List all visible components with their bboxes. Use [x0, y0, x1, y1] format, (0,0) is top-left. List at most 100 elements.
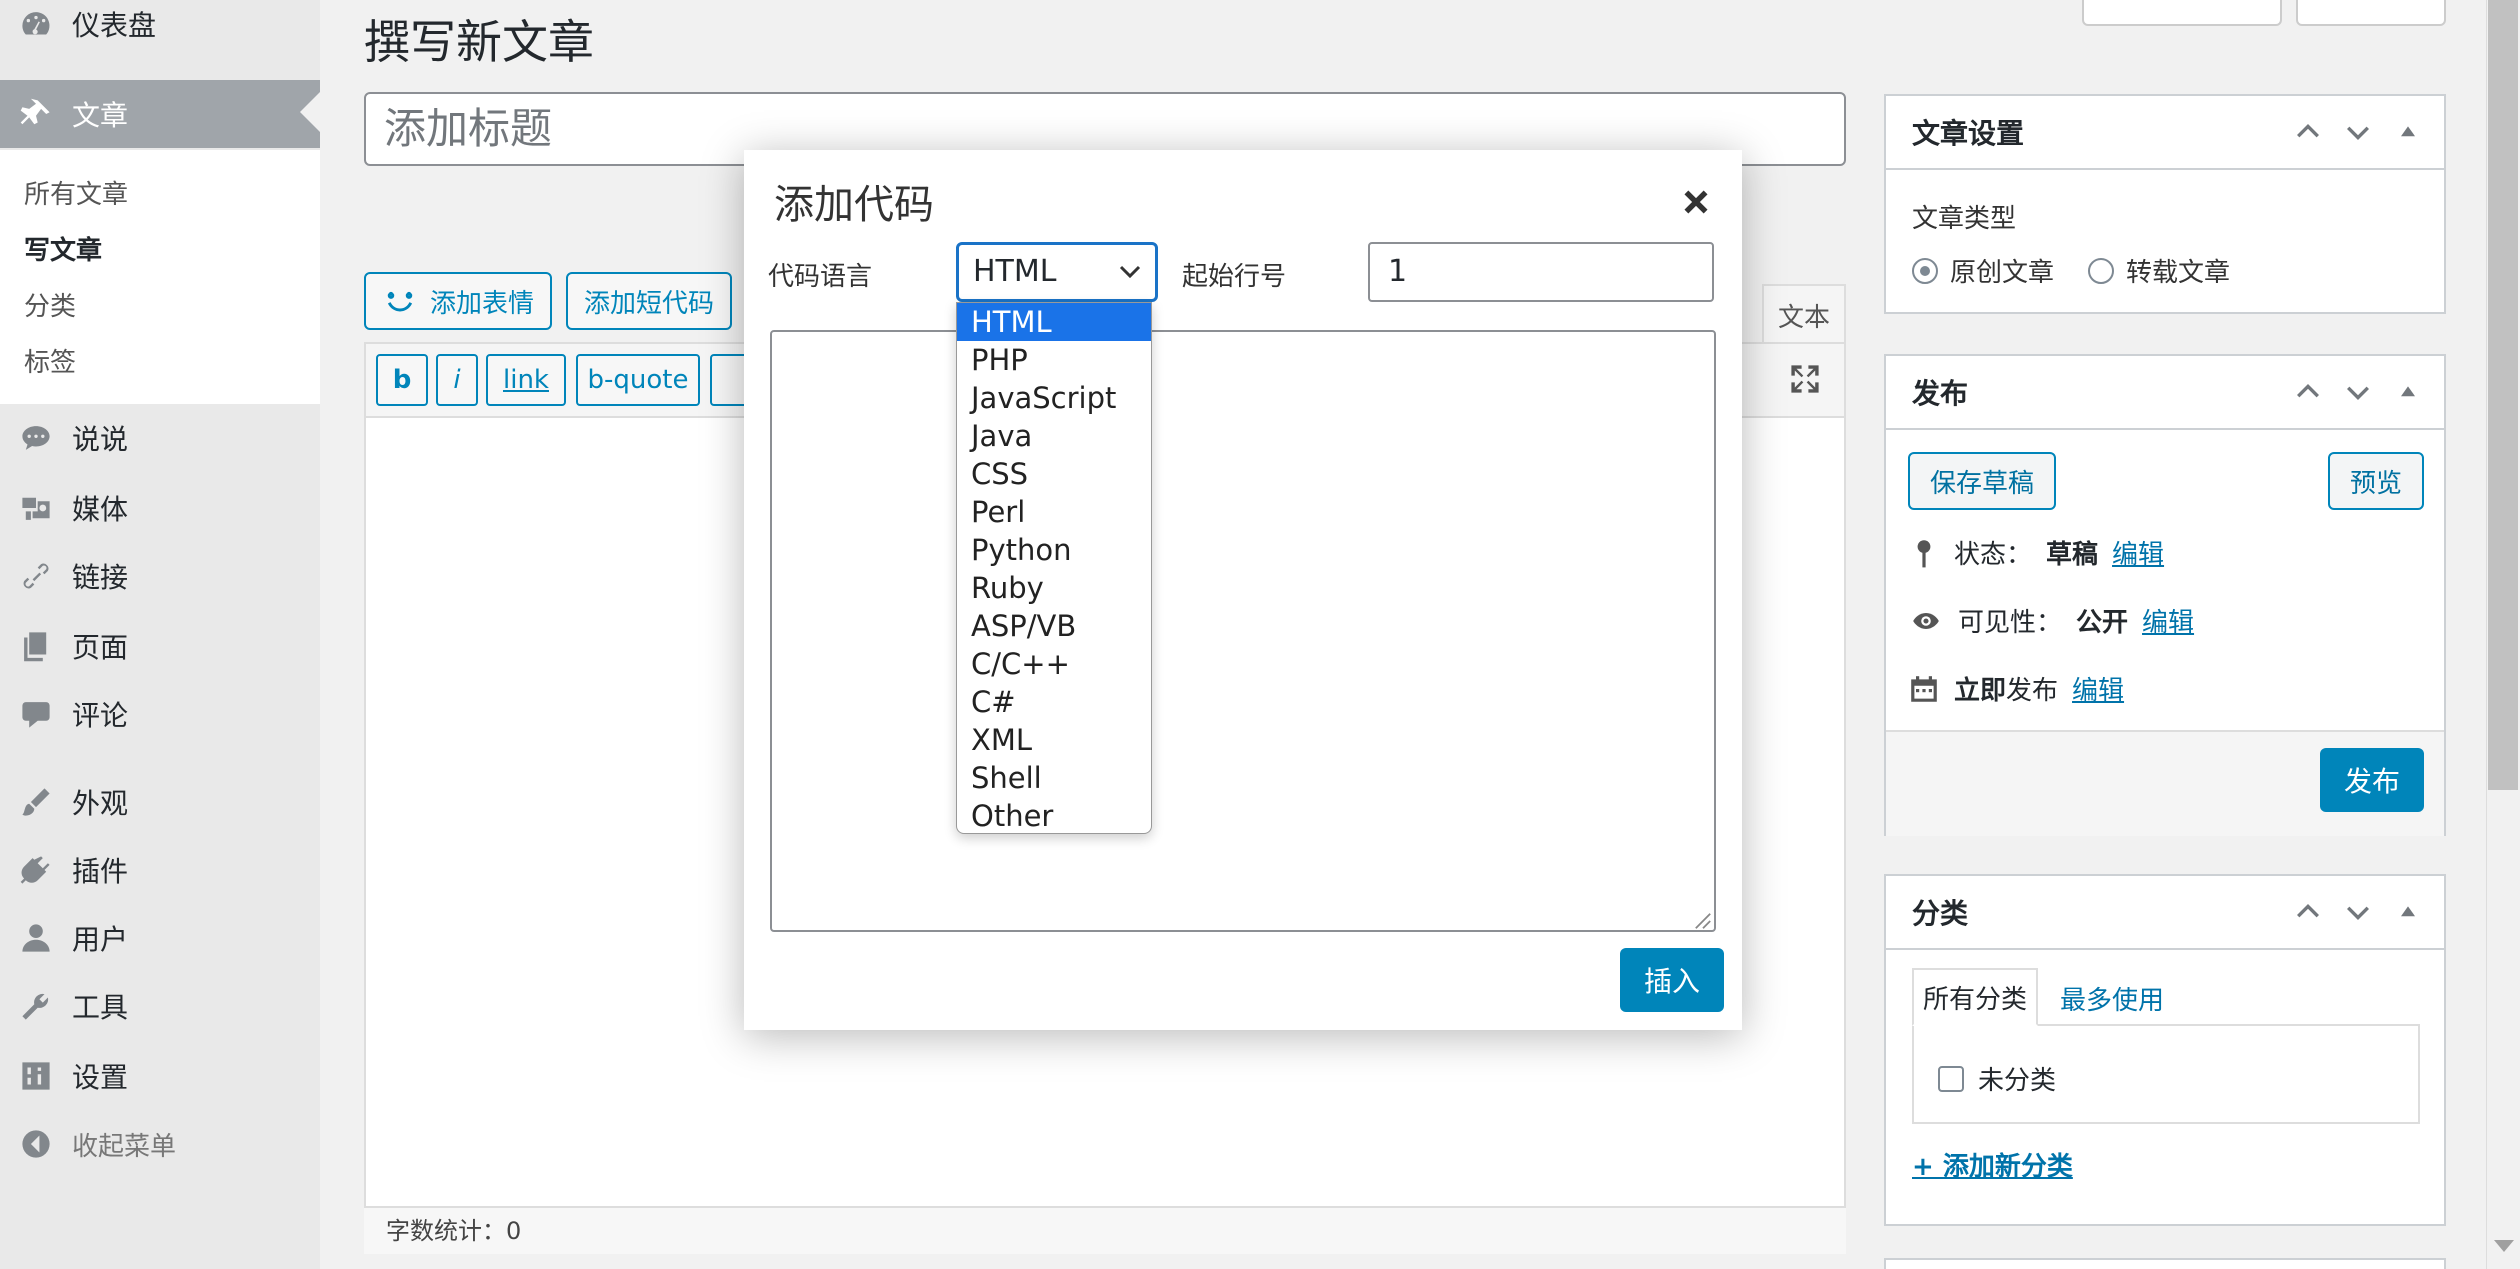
language-select[interactable]: HTML: [956, 242, 1158, 302]
collapse-label: 收起菜单: [72, 1131, 177, 1162]
pin-icon: [16, 96, 56, 132]
menu-label: 工具: [72, 991, 129, 1024]
submenu-tags[interactable]: 标签: [24, 342, 76, 379]
status-value: 草稿: [2046, 540, 2099, 570]
current-menu-arrow: [300, 92, 320, 132]
option-shell[interactable]: Shell: [957, 759, 1151, 797]
publish-header[interactable]: 发布: [1886, 356, 2444, 430]
scroll-down-arrow-icon[interactable]: [2494, 1240, 2514, 1252]
radio-original[interactable]: [1912, 257, 1938, 284]
option-c-cpp[interactable]: C/C++: [957, 645, 1151, 683]
categories-title: 分类: [1912, 897, 1969, 930]
menu-item-posts[interactable]: 文章: [0, 80, 320, 148]
add-emoji-button[interactable]: 添加表情: [364, 272, 553, 330]
b-quote-tag-button[interactable]: b-quote: [576, 354, 700, 406]
collapse-triangle-icon[interactable]: [2394, 118, 2422, 146]
option-php[interactable]: PHP: [957, 341, 1151, 379]
help-button[interactable]: [2296, 0, 2446, 26]
bold-tag-button[interactable]: b: [376, 354, 428, 406]
radio-reprint[interactable]: [2088, 257, 2115, 284]
tab-most-used[interactable]: 最多使用: [2060, 980, 2164, 1017]
preview-button[interactable]: 预览: [2328, 452, 2424, 510]
link-tag-button[interactable]: link: [486, 354, 566, 406]
save-draft-button[interactable]: 保存草稿: [1908, 452, 2056, 510]
language-dropdown: HTML PHP JavaScript Java CSS Perl Python…: [956, 302, 1152, 834]
link-icon: [16, 558, 56, 594]
collapse-triangle-icon[interactable]: [2394, 378, 2422, 406]
option-java[interactable]: Java: [957, 417, 1151, 455]
post-settings-header[interactable]: 文章设置: [1886, 96, 2444, 170]
add-new-category-link[interactable]: + 添加新分类: [1912, 1146, 2073, 1183]
option-css[interactable]: CSS: [957, 455, 1151, 493]
tab-text[interactable]: 文本: [1762, 284, 1846, 344]
menu-label: 媒体: [72, 493, 129, 526]
close-icon[interactable]: [1680, 186, 1712, 218]
option-other[interactable]: Other: [957, 797, 1151, 833]
publish-box: 发布 保存草稿 预览 状态： 草稿 编辑 可见性： 公开 编辑 立即发布 编辑 …: [1884, 354, 2446, 836]
submenu-write-post[interactable]: 写文章: [24, 230, 102, 267]
post-settings-title: 文章设置: [1912, 117, 2025, 150]
menu-label: 链接: [72, 561, 129, 594]
add-shortcode-button[interactable]: 添加短代码: [566, 272, 733, 330]
submenu-categories[interactable]: 分类: [24, 286, 76, 323]
chevron-down-icon[interactable]: [2344, 118, 2372, 146]
submenu-all-posts[interactable]: 所有文章: [24, 174, 128, 211]
menu-label: 说说: [72, 423, 129, 456]
code-textarea[interactable]: [770, 330, 1716, 932]
option-html[interactable]: HTML: [957, 303, 1151, 341]
chevron-up-icon[interactable]: [2294, 118, 2322, 146]
collapse-menu-button[interactable]: 收起菜单: [0, 1112, 320, 1176]
edit-status-link[interactable]: 编辑: [2112, 534, 2164, 571]
menu-item-media[interactable]: 媒体: [0, 476, 320, 540]
word-count: 字数统计：0: [364, 1206, 1846, 1254]
scrollbar-thumb[interactable]: [2488, 0, 2518, 790]
menu-item-plugins[interactable]: 插件: [0, 838, 320, 902]
user-icon: [16, 920, 56, 956]
screen-options-button[interactable]: [2082, 0, 2282, 26]
menu-item-appearance[interactable]: 外观: [0, 770, 320, 834]
option-csharp[interactable]: C#: [957, 683, 1151, 721]
chevron-up-icon[interactable]: [2294, 898, 2322, 926]
publish-button[interactable]: 发布: [2320, 748, 2424, 812]
menu-item-talk[interactable]: 说说: [0, 406, 320, 470]
start-line-input[interactable]: 1: [1368, 242, 1714, 302]
schedule-text: 发布: [2006, 676, 2059, 706]
option-ruby[interactable]: Ruby: [957, 569, 1151, 607]
menu-item-tools[interactable]: 工具: [0, 974, 320, 1038]
chevron-down-icon[interactable]: [2344, 378, 2372, 406]
menu-label: 外观: [72, 787, 129, 820]
categories-box: 分类 所有分类 最多使用 未分类 + 添加新分类: [1884, 874, 2446, 1226]
collapse-triangle-icon[interactable]: [2394, 898, 2422, 926]
post-settings-box: 文章设置 文章类型 原创文章 转载文章: [1884, 94, 2446, 314]
option-xml[interactable]: XML: [957, 721, 1151, 759]
collapse-icon: [16, 1126, 56, 1162]
option-asp-vb[interactable]: ASP/VB: [957, 607, 1151, 645]
option-python[interactable]: Python: [957, 531, 1151, 569]
category-label: 未分类: [1978, 1066, 2057, 1096]
edit-visibility-link[interactable]: 编辑: [2142, 602, 2194, 639]
option-javascript[interactable]: JavaScript: [957, 379, 1151, 417]
menu-item-users[interactable]: 用户: [0, 906, 320, 970]
chevron-down-icon[interactable]: [2344, 898, 2372, 926]
category-checkbox[interactable]: [1938, 1065, 1964, 1092]
edit-schedule-link[interactable]: 编辑: [2072, 670, 2124, 707]
tab-all-categories[interactable]: 所有分类: [1912, 968, 2038, 1026]
categories-header[interactable]: 分类: [1886, 876, 2444, 950]
italic-tag-button[interactable]: i: [436, 354, 478, 406]
visibility-row: 可见性： 公开 编辑: [1908, 602, 2194, 639]
language-label: 代码语言: [768, 262, 873, 292]
option-perl[interactable]: Perl: [957, 493, 1151, 531]
fullscreen-icon[interactable]: [1788, 362, 1822, 396]
category-item: 未分类: [1938, 1060, 2056, 1097]
page-icon: [16, 628, 56, 664]
plugin-icon: [16, 852, 56, 888]
menu-item-links[interactable]: 链接: [0, 544, 320, 608]
menu-item-comments[interactable]: 评论: [0, 682, 320, 746]
menu-item-dashboard[interactable]: 仪表盘: [0, 0, 320, 56]
insert-button[interactable]: 插入: [1620, 948, 1724, 1012]
chevron-up-icon[interactable]: [2294, 378, 2322, 406]
resize-handle-icon[interactable]: [1694, 912, 1712, 930]
menu-item-pages[interactable]: 页面: [0, 614, 320, 678]
menu-item-settings[interactable]: 设置: [0, 1044, 320, 1108]
chat-icon: [16, 420, 56, 456]
